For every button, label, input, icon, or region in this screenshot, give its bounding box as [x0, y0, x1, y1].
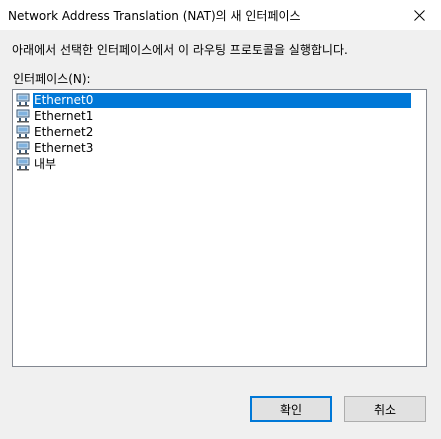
interfaces-listbox[interactable]: Ethernet0 Ethernet1 Ethernet2 Ethernet3 … — [12, 89, 427, 367]
network-adapter-icon — [16, 109, 30, 123]
cancel-button[interactable]: 취소 — [344, 396, 426, 422]
interface-item-label: 내부 — [34, 156, 57, 171]
instruction-text: 아래에서 선택한 인터페이스에서 이 라우팅 프로토콜을 실행합니다. — [12, 43, 348, 57]
network-adapter-icon — [16, 93, 30, 107]
nat-new-interface-dialog: Network Address Translation (NAT)의 새 인터페… — [0, 0, 441, 439]
close-button[interactable] — [397, 0, 441, 30]
interface-item-ethernet0[interactable]: Ethernet0 — [14, 92, 425, 108]
interface-item-internal[interactable]: 내부 — [14, 156, 425, 172]
network-adapter-icon — [16, 125, 30, 139]
interface-item-label: Ethernet0 — [33, 92, 411, 108]
interfaces-label: 인터페이스(N): — [13, 72, 91, 86]
interface-item-label: Ethernet2 — [34, 124, 94, 139]
title-bar: Network Address Translation (NAT)의 새 인터페… — [0, 0, 441, 30]
network-adapter-icon — [16, 157, 30, 171]
interface-item-ethernet1[interactable]: Ethernet1 — [14, 108, 425, 124]
interface-item-label: Ethernet3 — [34, 140, 94, 155]
window-title: Network Address Translation (NAT)의 새 인터페… — [8, 9, 301, 23]
interface-item-label: Ethernet1 — [34, 108, 94, 123]
network-adapter-icon — [16, 141, 30, 155]
ok-button[interactable]: 확인 — [250, 396, 332, 422]
interface-item-ethernet3[interactable]: Ethernet3 — [14, 140, 425, 156]
interface-item-ethernet2[interactable]: Ethernet2 — [14, 124, 425, 140]
close-icon — [413, 9, 425, 21]
